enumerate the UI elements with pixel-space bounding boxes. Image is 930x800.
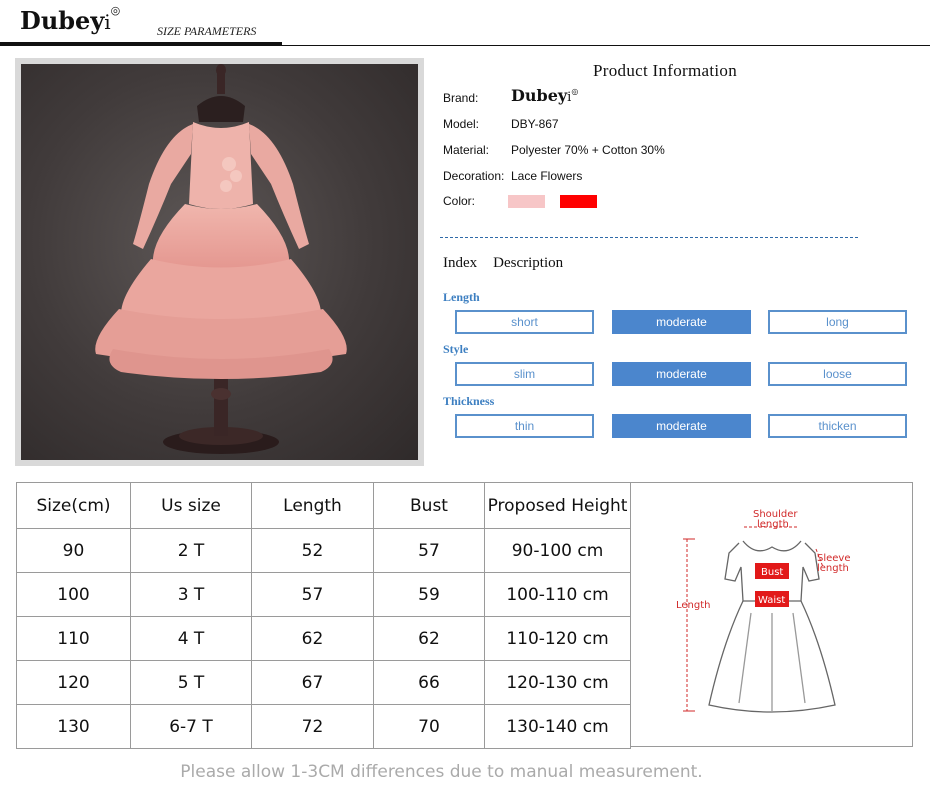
- section-divider: [440, 237, 858, 238]
- style-option-moderate[interactable]: moderate: [612, 362, 751, 386]
- category-length: Length: [443, 290, 480, 304]
- header-rule-thick: [0, 42, 282, 46]
- table-cell: 70: [373, 704, 485, 749]
- category-thickness: Thickness: [443, 394, 495, 408]
- column-header: Size(cm): [16, 482, 131, 529]
- info-value: Polyester 70% + Cotton 30%: [511, 143, 665, 157]
- column-header: Length: [251, 482, 374, 529]
- column-header: Proposed Height: [484, 482, 631, 529]
- section-title: SIZE PARAMETERS: [157, 24, 257, 38]
- category-style: Style: [443, 342, 469, 356]
- table-row: 120 5 T 67 66 120-130 cm: [16, 660, 631, 705]
- product-photo-frame: [15, 58, 424, 466]
- column-header: Us size: [130, 482, 252, 529]
- table-cell: 130: [16, 704, 131, 749]
- info-label: Decoration:: [443, 169, 505, 183]
- description-label: Description: [493, 255, 564, 271]
- color-swatch-pink[interactable]: [508, 195, 545, 208]
- length-label: Length: [676, 600, 711, 611]
- table-row: 130 6-7 T 72 70 130-140 cm: [16, 704, 631, 749]
- index-label: Index: [443, 255, 478, 271]
- table-row: 110 4 T 62 62 110-120 cm: [16, 616, 631, 661]
- table-cell: 130-140 cm: [484, 704, 631, 749]
- table-cell: 52: [251, 528, 374, 573]
- table-cell: 62: [373, 616, 485, 661]
- logo-tail-text: i: [104, 10, 111, 34]
- info-label: Color:: [443, 194, 476, 208]
- index-heading: Index Description: [443, 255, 563, 272]
- thickness-option-thin[interactable]: thin: [455, 414, 594, 438]
- brand-logo-main: Dubey: [511, 86, 568, 105]
- thickness-option-thicken[interactable]: thicken: [768, 414, 907, 438]
- measurement-diagram: Shoulder length Sleeve length Length Bus…: [630, 482, 913, 747]
- table-cell: 90-100 cm: [484, 528, 631, 573]
- sleeve-label-2: length: [817, 563, 849, 574]
- table-cell: 6-7 T: [130, 704, 252, 749]
- info-value: DBY-867: [511, 117, 559, 131]
- info-label: Model:: [443, 117, 480, 131]
- table-row: 90 2 T 52 57 90-100 cm: [16, 528, 631, 573]
- length-option-short[interactable]: short: [455, 310, 594, 334]
- measurement-disclaimer: Please allow 1-3CM differences due to ma…: [180, 762, 703, 782]
- table-header-row: Size(cm) Us size Length Bust Proposed He…: [16, 482, 631, 529]
- table-cell: 120: [16, 660, 131, 705]
- table-cell: 120-130 cm: [484, 660, 631, 705]
- length-option-long[interactable]: long: [768, 310, 907, 334]
- product-info-title: Product Information: [593, 61, 738, 80]
- table-cell: 67: [251, 660, 374, 705]
- page-header: Dubeyi◎ SIZE PARAMETERS: [0, 0, 930, 48]
- bust-label: Bust: [761, 567, 783, 578]
- table-cell: 57: [251, 572, 374, 617]
- table-cell: 3 T: [130, 572, 252, 617]
- dress-measurement-drawing: Shoulder length Sleeve length Length Bus…: [676, 509, 851, 713]
- logo-ring-icon: ◎: [110, 4, 121, 17]
- dress-illustration: [95, 64, 347, 454]
- brand-value-logo: Dubeyi◎: [511, 86, 578, 105]
- table-cell: 57: [373, 528, 485, 573]
- product-photo: [21, 64, 418, 460]
- info-label: Material:: [443, 143, 490, 157]
- table-cell: 66: [373, 660, 485, 705]
- table-row: 100 3 T 57 59 100-110 cm: [16, 572, 631, 617]
- info-value: Lace Flowers: [511, 169, 583, 183]
- info-label: Brand:: [443, 91, 479, 105]
- table-cell: 110-120 cm: [484, 616, 631, 661]
- table-cell: 110: [16, 616, 131, 661]
- table-cell: 59: [373, 572, 485, 617]
- brand-ring-icon: ◎: [571, 86, 579, 96]
- logo-main-text: Dubey: [20, 6, 105, 35]
- table-cell: 62: [251, 616, 374, 661]
- color-swatch-red[interactable]: [560, 195, 597, 208]
- thickness-option-moderate[interactable]: moderate: [612, 414, 751, 438]
- waist-label: Waist: [758, 595, 785, 606]
- shoulder-label-2: length: [757, 519, 789, 530]
- style-option-loose[interactable]: loose: [768, 362, 907, 386]
- brand-logo: Dubeyi◎: [20, 4, 121, 35]
- table-cell: 100-110 cm: [484, 572, 631, 617]
- header-rule-thin: [282, 45, 930, 46]
- table-cell: 2 T: [130, 528, 252, 573]
- column-header: Bust: [373, 482, 485, 529]
- table-cell: 72: [251, 704, 374, 749]
- table-cell: 100: [16, 572, 131, 617]
- size-chart-table: Size(cm) Us size Length Bust Proposed He…: [16, 482, 631, 749]
- table-cell: 90: [16, 528, 131, 573]
- table-cell: 5 T: [130, 660, 252, 705]
- style-option-slim[interactable]: slim: [455, 362, 594, 386]
- length-option-moderate[interactable]: moderate: [612, 310, 751, 334]
- table-cell: 4 T: [130, 616, 252, 661]
